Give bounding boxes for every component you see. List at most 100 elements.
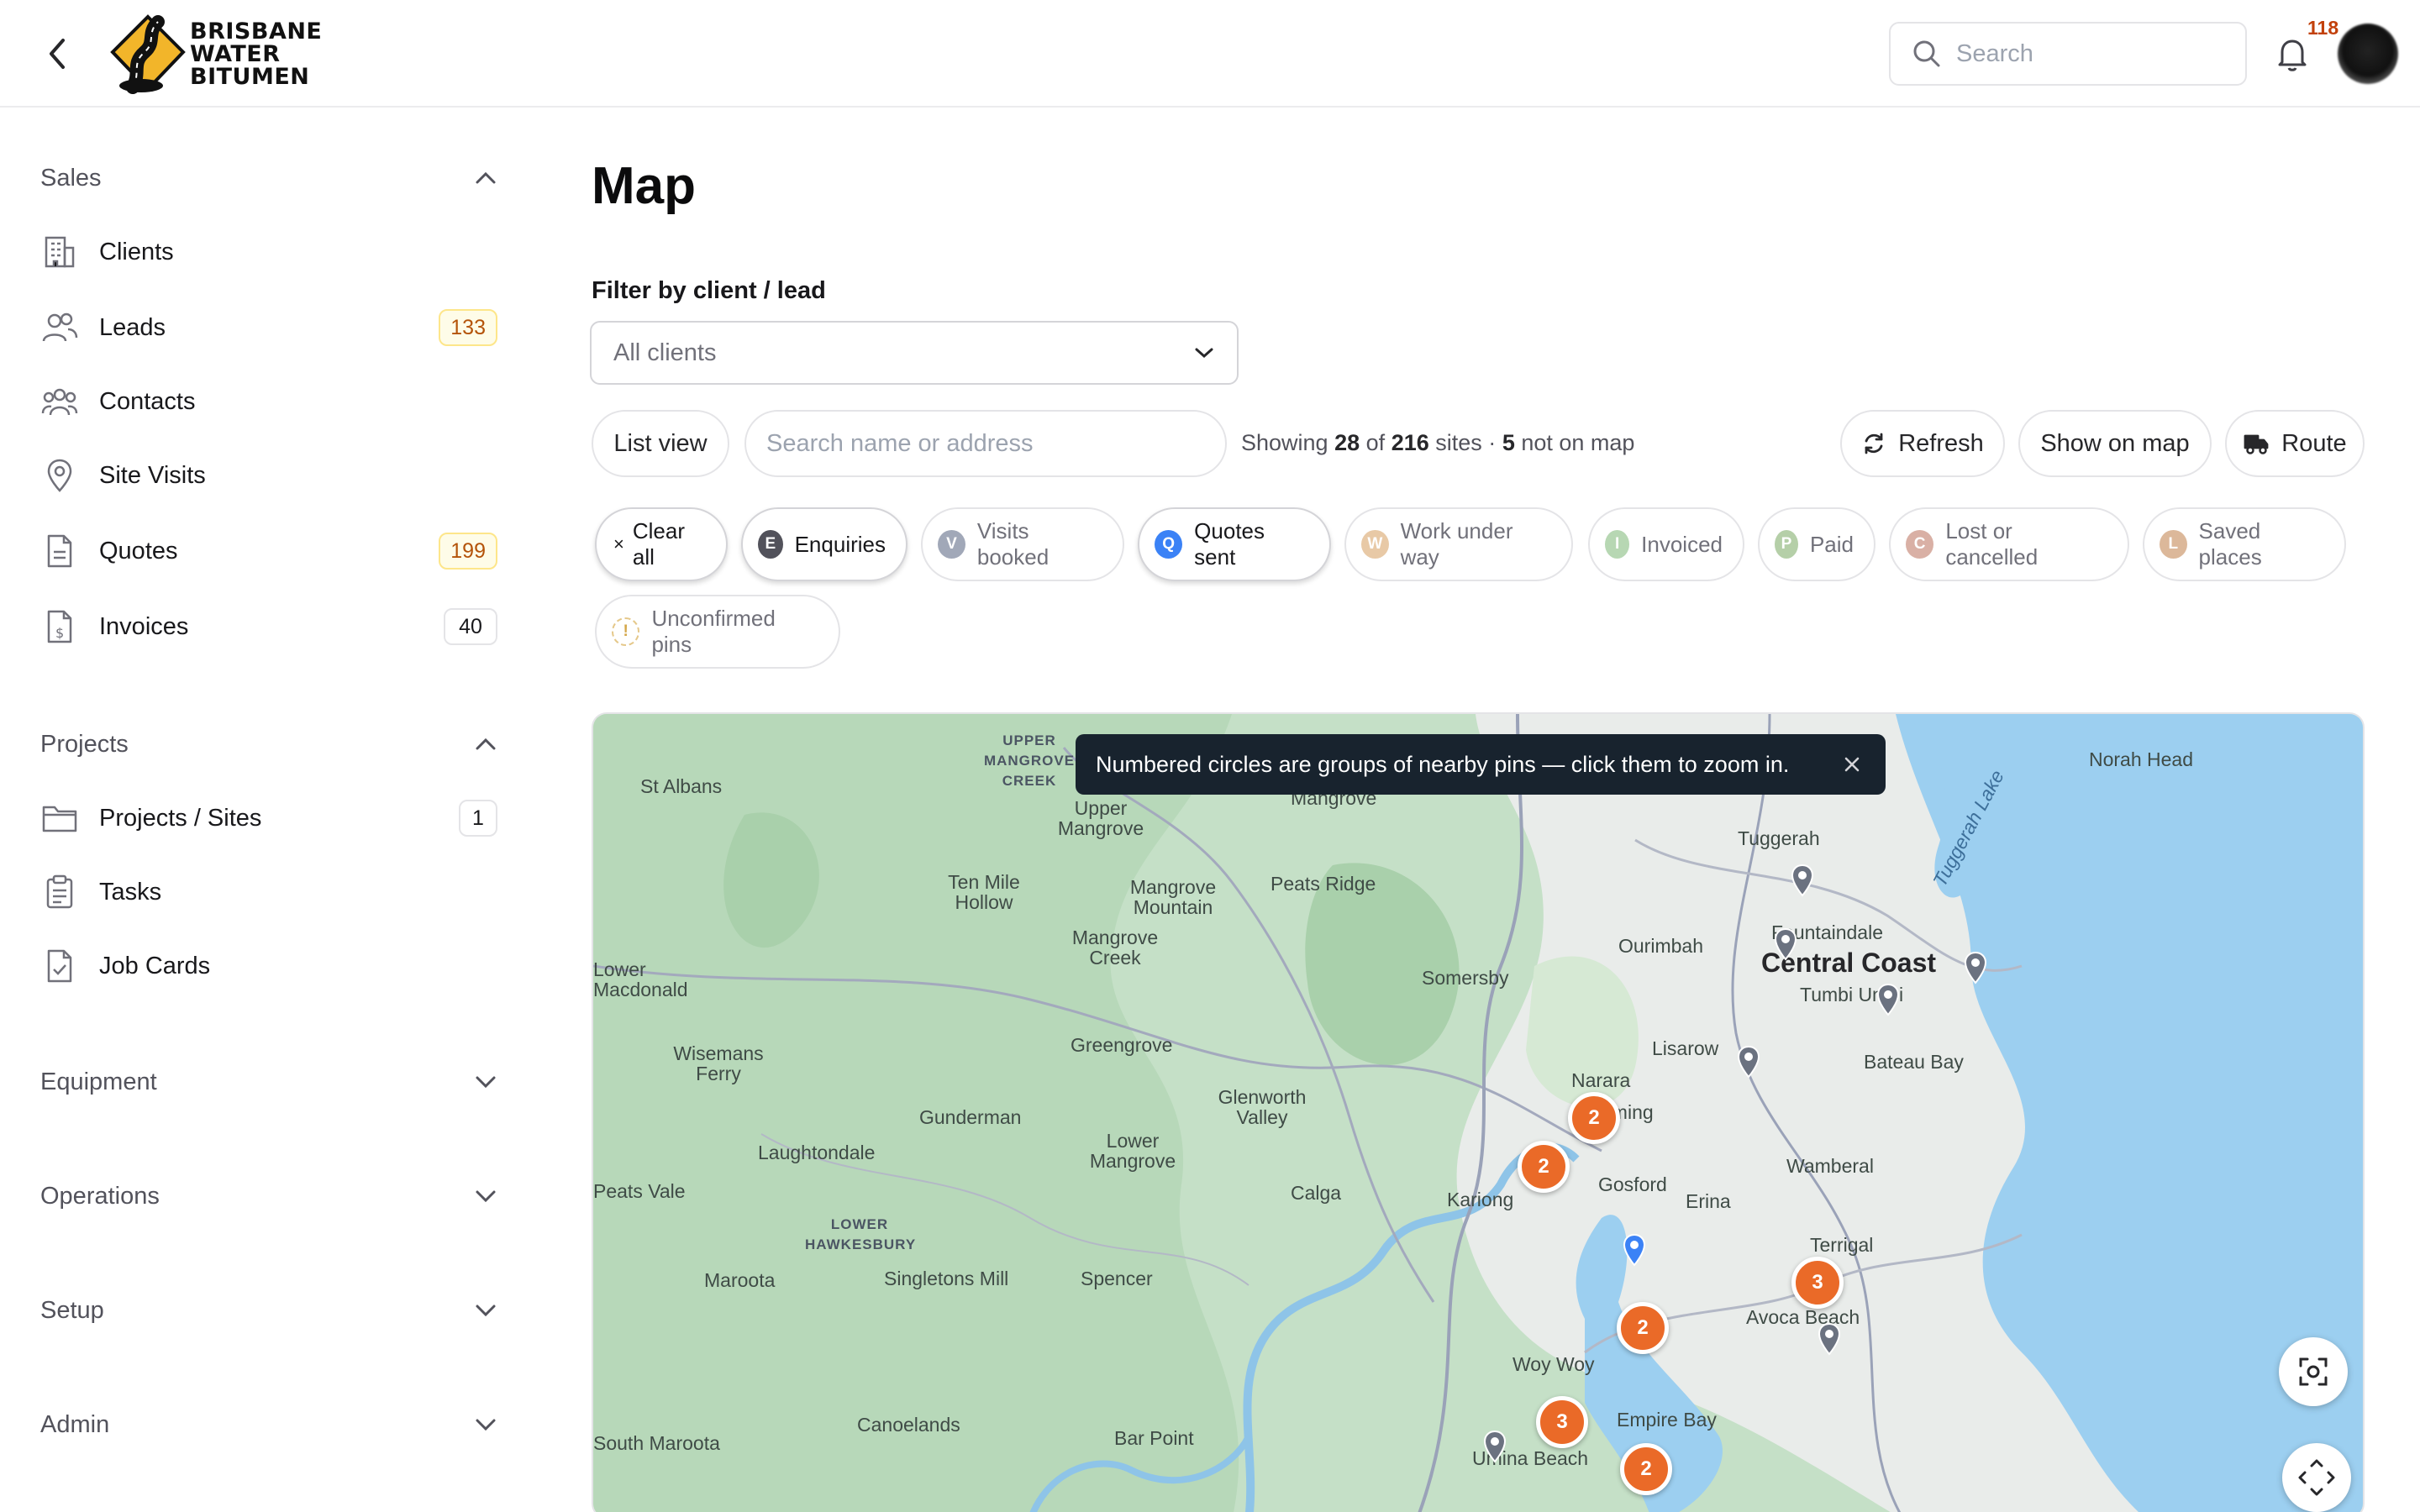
sidebar-section-projects[interactable]: Projects (40, 721, 497, 768)
map-view[interactable]: St Albans UPPER MANGROVE CREEK Upper Man… (592, 712, 2365, 1512)
showing-not-on-map-count: 5 (1502, 430, 1515, 455)
back-button[interactable] (37, 34, 77, 74)
map-pin-icon[interactable] (1876, 983, 1901, 1016)
top-bar: BRISBANE WATER BITUMEN Search 118 (0, 0, 2420, 108)
place-label: Laughtondale (758, 1142, 876, 1163)
pin-cluster[interactable]: 3 (1791, 1257, 1844, 1309)
sidebar-item-projects-sites[interactable]: Projects / Sites 1 (40, 788, 497, 848)
global-search-input[interactable]: Search (1889, 22, 2247, 86)
chip-enquiries[interactable]: E Enquiries (741, 507, 908, 581)
refresh-button[interactable]: Refresh (1840, 410, 2005, 477)
bell-icon[interactable] (2272, 34, 2312, 74)
chevron-down-icon (476, 1305, 496, 1317)
showing-total-count: 216 (1391, 430, 1429, 455)
showing-suffix: not on map (1521, 430, 1635, 455)
sidebar-section-admin[interactable]: Admin (40, 1401, 497, 1448)
chip-invoiced[interactable]: I Invoiced (1588, 507, 1744, 581)
map-pin-icon[interactable] (1482, 1430, 1507, 1463)
chip-label: Invoiced (1641, 531, 1723, 557)
sidebar-section-operations[interactable]: Operations (40, 1173, 497, 1220)
pin-cluster[interactable]: 3 (1536, 1396, 1588, 1448)
notification-count: 118 (2307, 17, 2339, 39)
map-hint-tooltip: Numbered circles are groups of nearby pi… (1076, 734, 1886, 795)
close-icon: × (613, 533, 624, 554)
user-avatar[interactable] (2338, 24, 2398, 84)
chip-saved-places[interactable]: L Saved places (2143, 507, 2346, 581)
client-filter-select[interactable]: All clients (590, 321, 1239, 385)
place-label: Ten Mile Hollow (948, 871, 1020, 913)
map-pin-icon[interactable] (1773, 927, 1798, 961)
chip-quotes-sent[interactable]: Q Quotes sent (1138, 507, 1331, 581)
chip-paid[interactable]: P Paid (1758, 507, 1876, 581)
sidebar-item-leads[interactable]: Leads 133 (40, 297, 497, 358)
sidebar-item-site-visits[interactable]: Site Visits (40, 445, 497, 506)
svg-text:$: $ (55, 625, 64, 641)
sidebar-item-tasks[interactable]: Tasks (40, 862, 497, 922)
sidebar-section-sales[interactable]: Sales (40, 155, 497, 202)
chip-label: Enquiries (794, 531, 886, 557)
pin-cluster[interactable]: 2 (1617, 1302, 1669, 1354)
place-label: Lisarow (1652, 1037, 1719, 1059)
map-pin-icon[interactable] (1963, 951, 1988, 984)
pan-control-button[interactable] (2282, 1443, 2351, 1512)
sidebar-item-label: Contacts (99, 387, 196, 415)
place-label: St Albans (640, 775, 723, 797)
map-hint-text: Numbered circles are groups of nearby pi… (1096, 751, 1790, 777)
sidebar-item-invoices[interactable]: $ Invoices 40 (40, 596, 497, 657)
place-label: Lower Macdonald (593, 958, 688, 1000)
showing-prefix: Showing (1241, 430, 1328, 455)
pin-cluster[interactable]: 2 (1518, 1141, 1570, 1193)
chip-lost-or-cancelled[interactable]: C Lost or cancelled (1889, 507, 2129, 581)
chevron-down-icon (476, 1190, 496, 1203)
place-label: LOWER HAWKESBURY (805, 1216, 917, 1252)
sidebar-item-label: Clients (99, 238, 174, 265)
sidebar-section-title: Setup (40, 1296, 104, 1324)
chip-label: Unconfirmed pins (651, 606, 776, 657)
place-label: Greengrove (1071, 1034, 1173, 1056)
place-label: Gunderman (919, 1106, 1022, 1128)
clear-all-chip[interactable]: × Clear all (595, 507, 728, 581)
locate-button[interactable] (2279, 1337, 2348, 1406)
showing-shown-count: 28 (1334, 430, 1360, 455)
chip-unconfirmed-pins[interactable]: ! Unconfirmed pins (595, 595, 840, 669)
show-on-map-button[interactable]: Show on map (2018, 410, 2212, 477)
place-label: Somersby (1422, 967, 1509, 989)
place-label: Tuggerah (1738, 827, 1820, 849)
showing-summary: Showing 28 of 216 sites · 5 not on map (1241, 430, 1634, 456)
map-pin-icon[interactable] (1817, 1322, 1842, 1356)
client-filter-value: All clients (613, 339, 717, 366)
sidebar-section-equipment[interactable]: Equipment (40, 1058, 497, 1105)
enquiries-letter-icon: E (758, 530, 783, 559)
name-address-search-input[interactable]: Search name or address (744, 410, 1227, 477)
sidebar-item-label: Site Visits (99, 461, 206, 489)
place-label: Lower Mangrove (1089, 1130, 1176, 1172)
brand-line-1: BRISBANE (190, 18, 323, 45)
sidebar-section-title: Projects (40, 730, 129, 758)
chip-visits-booked[interactable]: V Visits booked (921, 507, 1124, 581)
invoices-count-badge: 40 (444, 608, 497, 645)
brand-line-2: WATER (190, 41, 281, 67)
route-button[interactable]: Route (2225, 410, 2365, 477)
chevron-down-icon (476, 1076, 496, 1089)
pin-cluster[interactable]: 2 (1620, 1443, 1672, 1495)
place-label: Norah Head (2089, 748, 2194, 770)
saved-letter-icon: L (2160, 530, 2187, 559)
pin-cluster[interactable]: 2 (1568, 1092, 1620, 1144)
sidebar-item-job-cards[interactable]: Job Cards (40, 936, 497, 996)
work-letter-icon: W (1361, 530, 1389, 559)
sidebar-item-quotes[interactable]: Quotes 199 (40, 521, 497, 581)
sidebar-item-clients[interactable]: Clients (40, 222, 497, 282)
close-icon[interactable] (1840, 753, 1864, 776)
sidebar-item-label: Tasks (99, 878, 162, 906)
sidebar-item-label: Job Cards (99, 952, 211, 979)
map-pin-icon[interactable] (1790, 864, 1815, 897)
list-view-button[interactable]: List view (592, 410, 729, 477)
map-pin-icon[interactable] (1736, 1045, 1761, 1079)
chip-label: Lost or cancelled (1945, 518, 2039, 570)
place-label: Mangrove Mountain (1129, 876, 1217, 918)
showing-sites: sites · (1435, 430, 1497, 455)
quote-pin-icon[interactable] (1622, 1233, 1647, 1267)
sidebar-item-contacts[interactable]: Contacts (40, 371, 497, 432)
chip-work-under-way[interactable]: W Work under way (1344, 507, 1573, 581)
sidebar-section-setup[interactable]: Setup (40, 1287, 497, 1334)
